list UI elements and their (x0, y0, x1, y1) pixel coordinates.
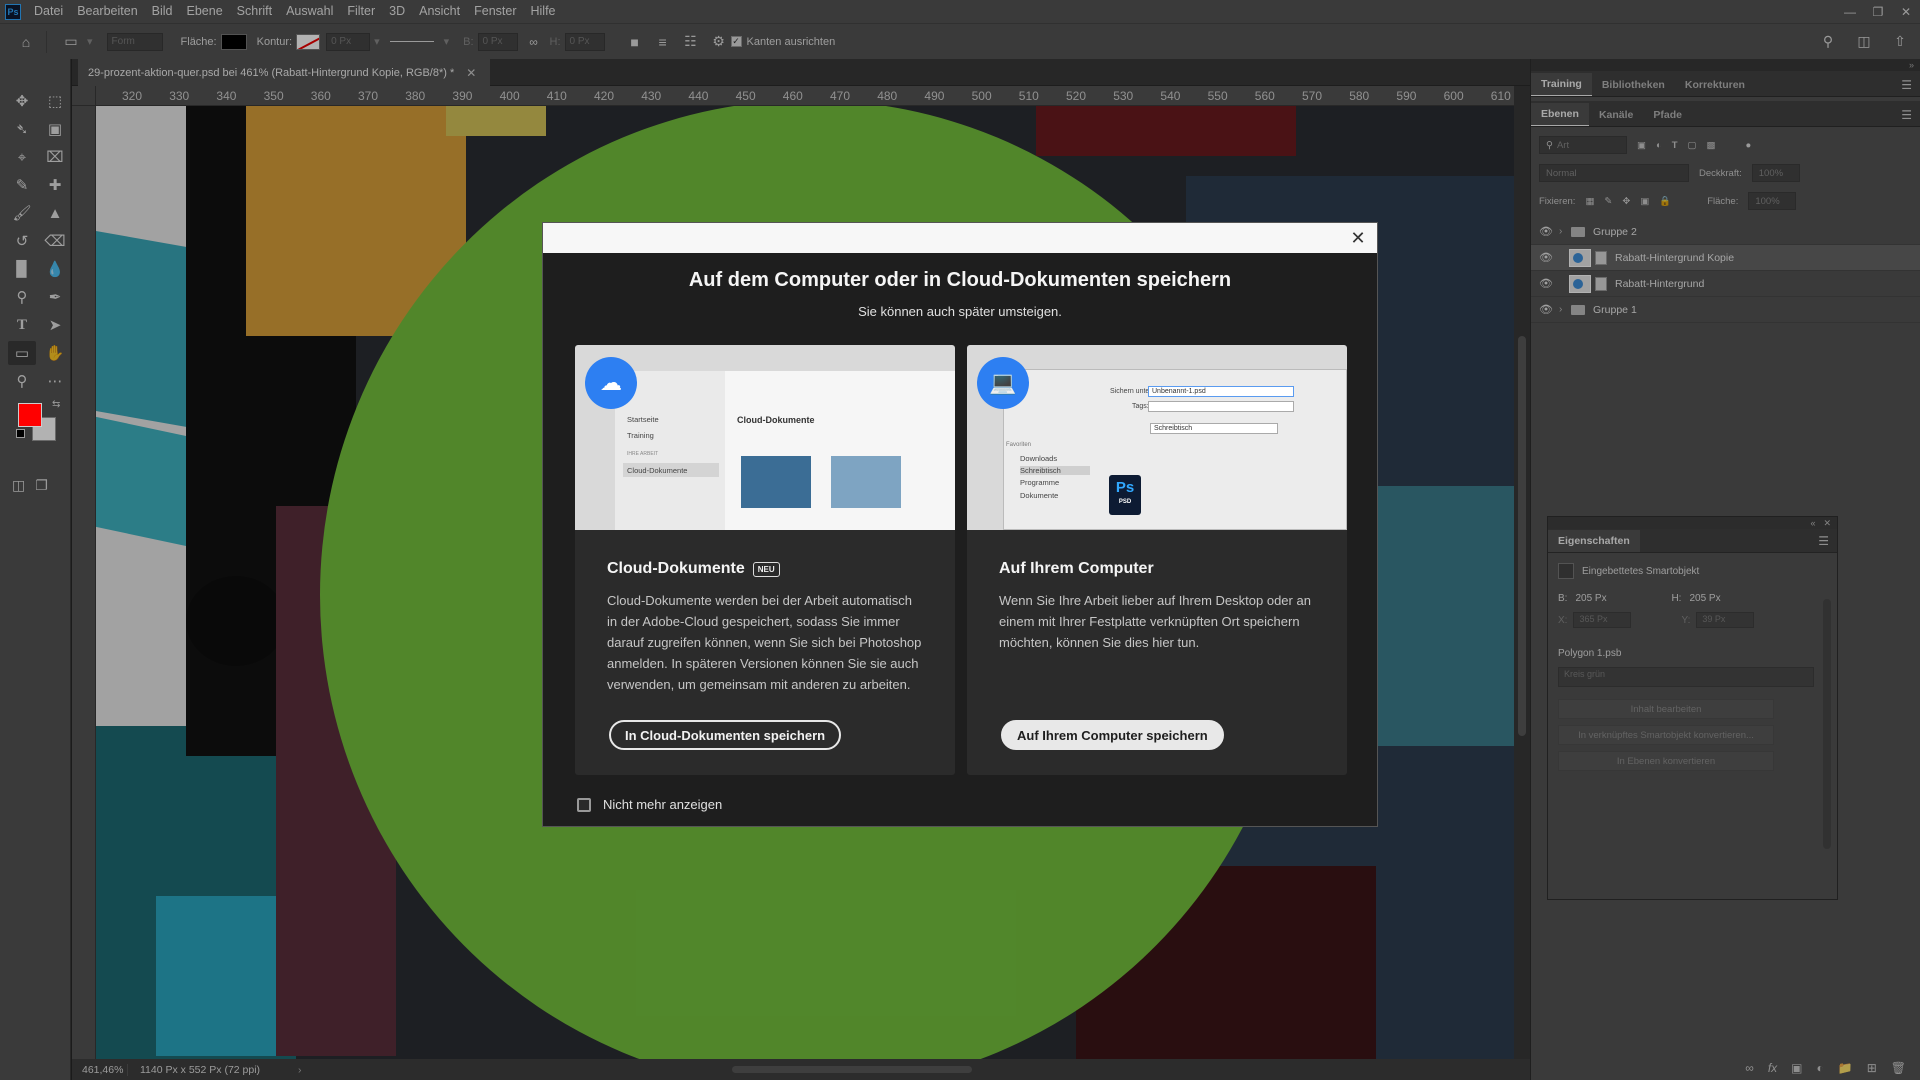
mock-save-dialog: Sichern unter: Unbenannt-1.psd Tags: Sch… (1003, 369, 1347, 530)
mock-fav-programme: Programme (1020, 478, 1060, 487)
dialog-subtitle: Sie können auch später umsteigen. (858, 304, 1062, 319)
mock-fav-dokumente: Dokumente (1020, 491, 1059, 500)
local-preview-image: 💻 Sichern unter: Unbenannt-1.psd Tags: S… (967, 345, 1347, 530)
cloud-card-title-row: Cloud-Dokumente NEU (607, 560, 955, 578)
dialog-header: ✕ (543, 223, 1377, 253)
dont-show-again-row[interactable]: Nicht mehr anzeigen (577, 797, 722, 812)
save-to-computer-button[interactable]: Auf Ihrem Computer speichern (1001, 720, 1224, 750)
mock-favorites-label: Favoriten (1006, 442, 1032, 448)
mock-fav-schreibtisch: Schreibtisch (1020, 466, 1090, 475)
dialog-title: Auf dem Computer oder in Cloud-Dokumente… (688, 269, 1232, 291)
mock-active-item: Cloud-Dokumente (623, 463, 719, 477)
local-card-title-row: Auf Ihrem Computer (999, 560, 1347, 578)
local-computer-card: 💻 Sichern unter: Unbenannt-1.psd Tags: S… (967, 345, 1347, 775)
mock-tags-field (1148, 401, 1294, 412)
mock-nav-startseite: Startseite (627, 415, 659, 424)
save-location-dialog: ✕ Auf dem Computer oder in Cloud-Dokumen… (542, 222, 1378, 827)
mock-thumbnail (831, 456, 901, 508)
cloud-card-title: Cloud-Dokumente (607, 560, 745, 577)
dont-show-again-checkbox[interactable] (577, 797, 591, 812)
psd-file-icon: Ps PSD (1109, 475, 1141, 515)
cloud-documents-card: ☁ Startseite Training IHRE ARBEIT Cloud-… (575, 345, 955, 775)
new-badge: NEU (752, 561, 780, 577)
psd-file-badge: Ps (1115, 479, 1135, 496)
cloud-card-description: Cloud-Dokumente werden bei der Arbeit au… (607, 593, 922, 692)
cloud-preview-image: ☁ Startseite Training IHRE ARBEIT Cloud-… (575, 345, 955, 530)
mock-nav-training: Training (627, 431, 654, 440)
laptop-icon: 💻 (977, 357, 1029, 409)
local-card-description: Wenn Sie Ihre Arbeit lieber auf Ihrem De… (999, 593, 1311, 650)
mock-main-title: Cloud-Dokumente (737, 415, 815, 425)
mock-tags-label: Tags: (1132, 403, 1149, 410)
close-icon[interactable]: ✕ (1347, 227, 1369, 249)
mock-section-label: IHRE ARBEIT (627, 451, 659, 457)
dont-show-again-label: Nicht mehr anzeigen (603, 797, 723, 812)
psd-file-ext: PSD (1118, 499, 1132, 505)
mock-save-as-field: Unbenannt-1.psd (1148, 386, 1294, 397)
save-to-cloud-button[interactable]: In Cloud-Dokumenten speichern (609, 720, 842, 750)
mock-thumbnail (741, 456, 811, 508)
mock-main: Cloud-Dokumente (725, 371, 955, 530)
cloud-icon: ☁ (585, 357, 637, 409)
mock-location-select: Schreibtisch (1150, 423, 1278, 434)
foreground-color[interactable] (18, 403, 42, 427)
local-card-title: Auf Ihrem Computer (999, 560, 1154, 577)
mock-fav-downloads: Downloads (1020, 454, 1058, 463)
